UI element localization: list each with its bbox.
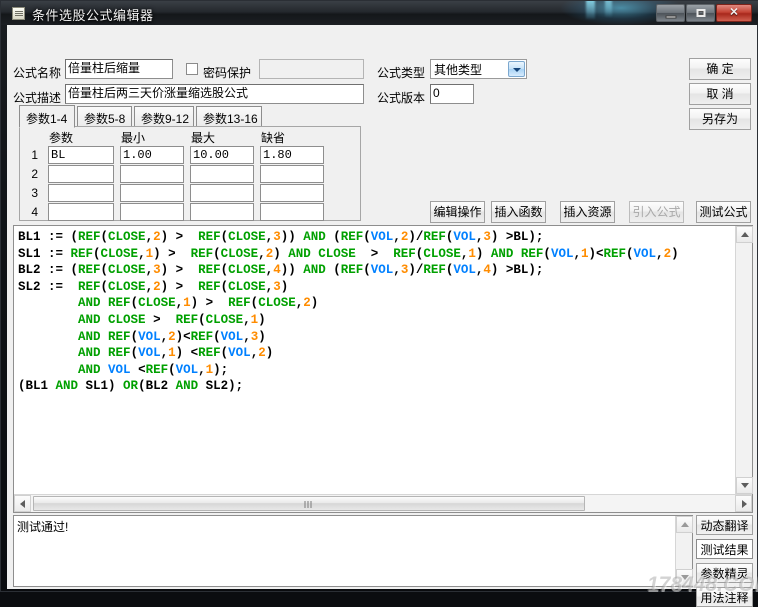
code-line: AND VOL <REF(VOL,1); xyxy=(78,362,229,377)
tab-2[interactable]: 参数5-8 xyxy=(77,106,132,127)
tab-label: 参数13-16 xyxy=(203,112,258,126)
ok-button[interactable]: 确 定 xyxy=(689,58,751,80)
param-cell-min[interactable] xyxy=(120,203,184,221)
scroll-up-icon[interactable] xyxy=(736,226,753,243)
formula-type-label: 公式类型 xyxy=(377,66,426,80)
application-window: 条件选股公式编辑器 ✕ 公式名称 倍量柱后缩量 密码保护 公式描述 倍量柱后两三… xyxy=(0,0,758,607)
side-button-dynamic-translate[interactable]: 动态翻译 xyxy=(696,515,753,535)
code-line: BL1 := (REF(CLOSE,2) > REF(CLOSE,3)) AND… xyxy=(18,230,544,244)
code-line: BL2 := (REF(CLOSE,3) > REF(CLOSE,4)) AND… xyxy=(18,263,544,278)
param-cell-max[interactable] xyxy=(190,203,254,221)
formula-version-input[interactable]: 0 xyxy=(430,84,474,104)
param-cell-default[interactable] xyxy=(260,203,324,221)
param-cell-min[interactable] xyxy=(120,165,184,183)
tab-label: 参数5-8 xyxy=(84,112,126,126)
output-scroll-down-icon[interactable] xyxy=(676,569,693,586)
title-bar[interactable]: 条件选股公式编辑器 ✕ xyxy=(1,1,758,25)
formula-description-input[interactable]: 倍量柱后两三天价涨量缩选股公式 xyxy=(65,84,364,104)
param-cell-min[interactable]: 1.00 xyxy=(120,146,184,164)
formula-type-select[interactable]: 其他类型 xyxy=(430,59,527,79)
formula-type-value: 其他类型 xyxy=(434,63,483,77)
param-cell-default[interactable] xyxy=(260,165,324,183)
code-line: AND CLOSE > REF(CLOSE,1) xyxy=(78,312,266,327)
code-line: AND REF(VOL,1) <REF(VOL,2) xyxy=(78,346,274,361)
client-area: 公式名称 倍量柱后缩量 密码保护 公式描述 倍量柱后两三天价涨量缩选股公式 公式… xyxy=(7,25,758,607)
close-icon: ✕ xyxy=(729,6,739,19)
insert-function-button[interactable]: 插入函数 xyxy=(491,201,546,223)
param-column-header: 缺省 xyxy=(261,131,286,145)
parameter-grid: 参数 最小 最大 缺省 1 BL 1.00 10.00 1.80 2 3 4 xyxy=(19,126,361,221)
output-pane[interactable]: 测试通过! xyxy=(13,515,693,587)
cancel-button[interactable]: 取 消 xyxy=(689,83,751,105)
password-protect-checkbox[interactable] xyxy=(186,63,198,75)
editor-vertical-scrollbar[interactable] xyxy=(735,226,753,494)
param-column-header: 参数 xyxy=(49,131,74,145)
edit-operation-button[interactable]: 编辑操作 xyxy=(430,201,485,223)
param-row-number: 4 xyxy=(31,205,38,219)
minimize-button[interactable] xyxy=(656,4,685,22)
maximize-icon xyxy=(696,9,705,17)
titlebar-glow-streak-1 xyxy=(586,1,595,19)
maximize-button[interactable] xyxy=(686,4,715,22)
code-text[interactable]: BL1 := (REF(CLOSE,2) > REF(CLOSE,3)) AND… xyxy=(14,226,735,494)
minimize-icon xyxy=(665,15,676,19)
output-scroll-up-icon[interactable] xyxy=(676,516,693,533)
code-line: AND REF(CLOSE,1) > REF(CLOSE,2) xyxy=(78,296,319,311)
code-line: SL1 := REF(CLOSE,1) > REF(CLOSE,2) AND C… xyxy=(18,246,679,261)
output-vertical-scrollbar[interactable] xyxy=(675,516,693,586)
chevron-down-icon[interactable] xyxy=(508,61,525,77)
test-formula-button[interactable]: 测试公式 xyxy=(696,201,751,223)
formula-name-label: 公式名称 xyxy=(13,66,62,80)
param-cell-name[interactable] xyxy=(48,165,114,183)
titlebar-glow-streak-2 xyxy=(605,1,612,17)
code-line: AND REF(VOL,2)<REF(VOL,3) xyxy=(78,329,266,344)
side-button-parameter-wizard[interactable]: 参数精灵 xyxy=(696,563,753,583)
param-cell-name[interactable] xyxy=(48,184,114,202)
formula-version-label: 公式版本 xyxy=(377,91,426,105)
horizontal-scroll-thumb[interactable] xyxy=(33,496,585,511)
close-button[interactable]: ✕ xyxy=(716,4,752,22)
param-cell-name[interactable]: BL xyxy=(48,146,114,164)
output-message: 测试通过! xyxy=(17,520,69,534)
param-cell-max[interactable] xyxy=(190,165,254,183)
insert-resource-button[interactable]: 插入资源 xyxy=(560,201,615,223)
tab-3[interactable]: 参数9-12 xyxy=(134,106,194,127)
password-protect-label: 密码保护 xyxy=(203,66,252,80)
tab-1[interactable]: 参数1-4 xyxy=(19,105,75,128)
tab-label: 参数1-4 xyxy=(26,112,68,126)
param-cell-min[interactable] xyxy=(120,184,184,202)
param-cell-default[interactable] xyxy=(260,184,324,202)
code-editor[interactable]: BL1 := (REF(CLOSE,2) > REF(CLOSE,3)) AND… xyxy=(13,225,753,513)
formula-description-label: 公式描述 xyxy=(13,91,62,105)
param-column-header: 最小 xyxy=(121,131,146,145)
document-icon xyxy=(12,7,25,20)
save-as-button[interactable]: 另存为 xyxy=(689,108,751,130)
param-cell-default[interactable]: 1.80 xyxy=(260,146,324,164)
code-line: SL2 := REF(CLOSE,2) > REF(CLOSE,3) xyxy=(18,279,289,294)
password-input[interactable] xyxy=(259,59,364,79)
scroll-down-icon[interactable] xyxy=(736,477,753,494)
code-line: (BL1 AND SL1) OR(BL2 AND SL2); xyxy=(18,379,244,394)
window-title: 条件选股公式编辑器 xyxy=(32,8,154,23)
param-cell-name[interactable] xyxy=(48,203,114,221)
scroll-thumb-grip-icon xyxy=(304,501,314,508)
tab-4[interactable]: 参数13-16 xyxy=(196,106,262,127)
scroll-right-icon[interactable] xyxy=(735,495,752,512)
side-button-usage-notes[interactable]: 用法注释 xyxy=(696,587,753,607)
formula-name-input[interactable]: 倍量柱后缩量 xyxy=(65,59,173,79)
param-row-number: 3 xyxy=(31,186,38,200)
param-cell-max[interactable]: 10.00 xyxy=(190,146,254,164)
import-formula-button[interactable]: 引入公式 xyxy=(629,201,684,223)
param-row-number: 1 xyxy=(31,148,38,162)
tab-label: 参数9-12 xyxy=(141,112,190,126)
scroll-left-icon[interactable] xyxy=(14,495,31,512)
editor-horizontal-scrollbar[interactable] xyxy=(14,494,752,512)
param-row-number: 2 xyxy=(31,167,38,181)
param-cell-max[interactable] xyxy=(190,184,254,202)
side-button-test-result[interactable]: 测试结果 xyxy=(696,539,753,559)
param-column-header: 最大 xyxy=(191,131,216,145)
